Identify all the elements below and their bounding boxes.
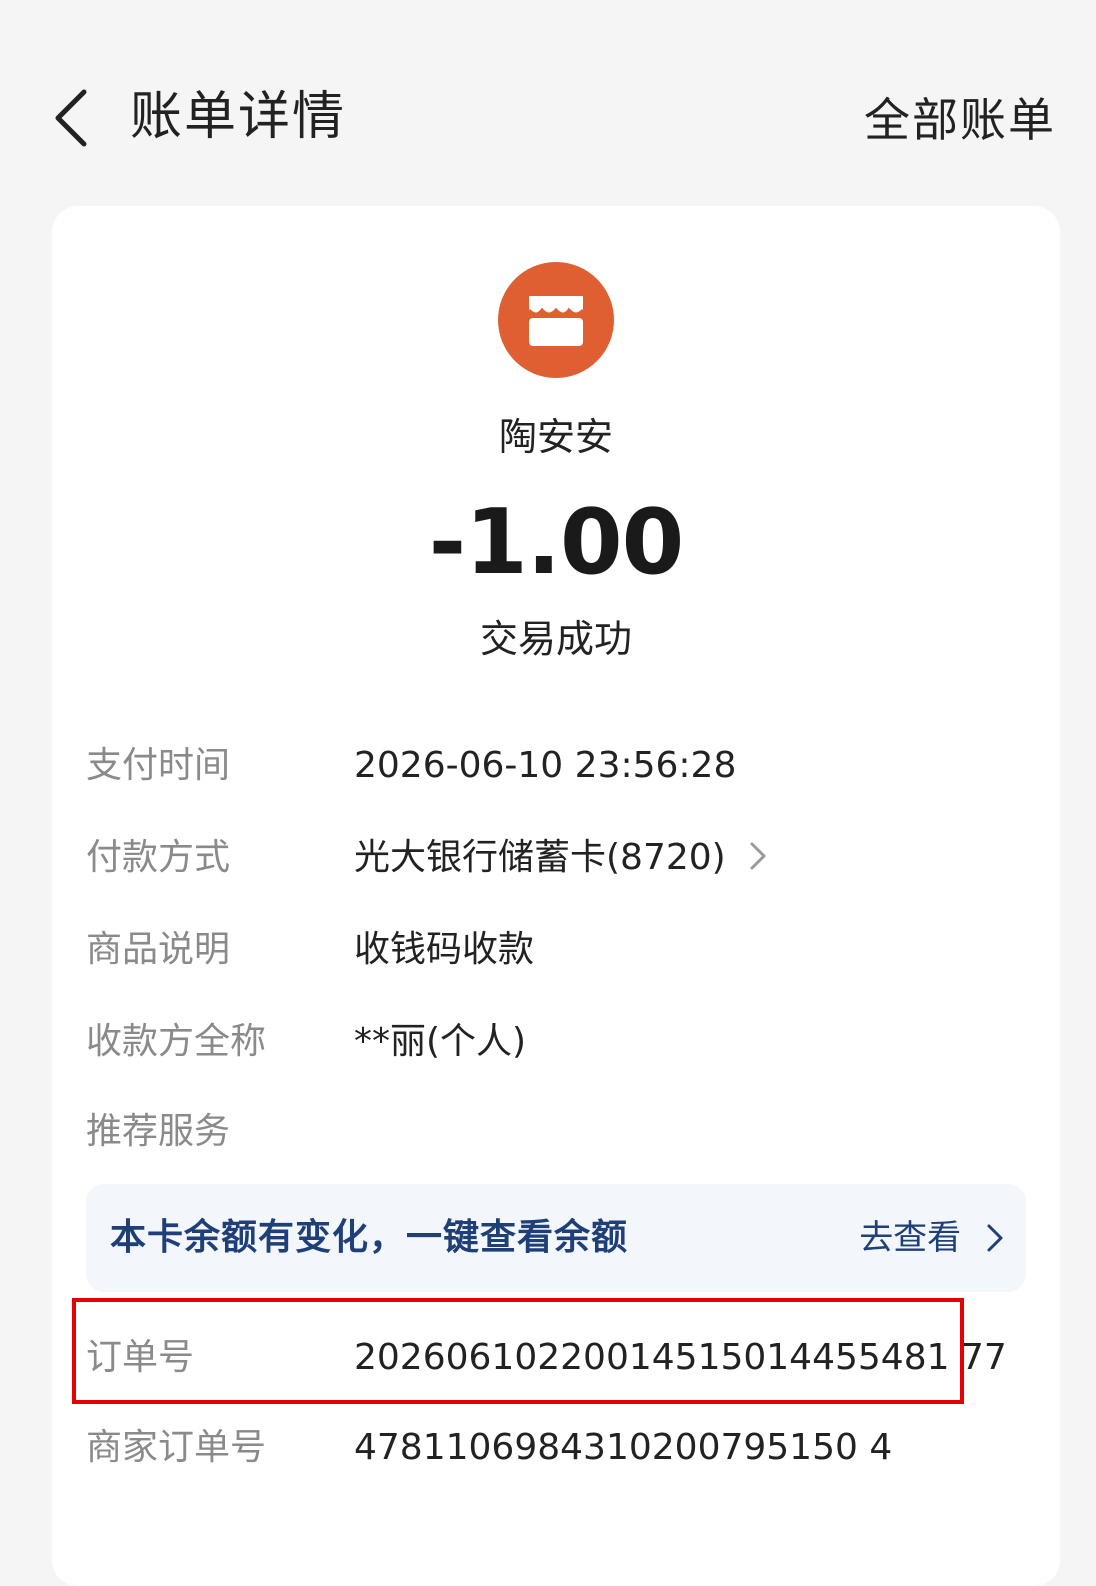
balance-check-banner[interactable]: 本卡余额有变化，一键查看余额 去查看 [86,1184,1026,1292]
goods-desc-row: 商品说明 收钱码收款 [86,920,1026,980]
bill-detail-card: 陶安安 -1.00 交易成功 支付时间 2026-06-10 23:56:28 … [52,206,1060,1586]
payment-method-row[interactable]: 付款方式 光大银行储蓄卡(8720) [86,828,1026,888]
merchant-logo [498,262,614,378]
top-bar: 账单详情 全部账单 [0,0,1096,200]
chevron-right-icon [987,1224,1003,1251]
goods-desc-label: 商品说明 [86,929,231,970]
order-number-value: 20260610220014515014455481 77 [354,1337,1007,1378]
merchant-order-number-row: 商家订单号 4781106984310200795150 4 [86,1418,1026,1478]
merchant-order-number-value: 4781106984310200795150 4 [354,1427,893,1468]
payment-method-value-wrap[interactable]: 光大银行储蓄卡(8720) [354,828,767,888]
payee-label: 收款方全称 [86,1021,267,1062]
recommend-label: 推荐服务 [86,1111,231,1152]
pay-time-label: 支付时间 [86,745,231,786]
chevron-left-icon [55,89,87,147]
order-number-row: 订单号 20260610220014515014455481 77 [86,1328,1026,1388]
pay-time-row: 支付时间 2026-06-10 23:56:28 [86,736,1026,796]
all-bills-link[interactable]: 全部账单 [864,90,1056,150]
balance-check-link[interactable]: 去查看 [859,1208,1004,1268]
merchant-order-number-label: 商家订单号 [86,1427,267,1468]
goods-desc-value: 收钱码收款 [354,929,535,970]
payee-value: **丽(个人) [354,1021,527,1062]
payment-method-value: 光大银行储蓄卡(8720) [354,837,726,878]
recommend-row: 推荐服务 [86,1102,1026,1162]
balance-check-text: 本卡余额有变化，一键查看余额 [110,1217,629,1258]
transaction-status: 交易成功 [479,617,632,661]
payee-row: 收款方全称 **丽(个人) [86,1012,1026,1072]
pay-time-value: 2026-06-10 23:56:28 [354,745,737,786]
transaction-amount: -1.00 [428,490,684,595]
chevron-right-icon [750,842,766,870]
back-button[interactable] [44,82,108,154]
store-icon [527,296,585,346]
payment-method-label: 付款方式 [86,837,231,878]
merchant-name: 陶安安 [498,415,613,459]
order-number-label: 订单号 [86,1337,195,1378]
page-title: 账单详情 [130,87,347,147]
balance-check-link-label: 去查看 [859,1218,962,1258]
